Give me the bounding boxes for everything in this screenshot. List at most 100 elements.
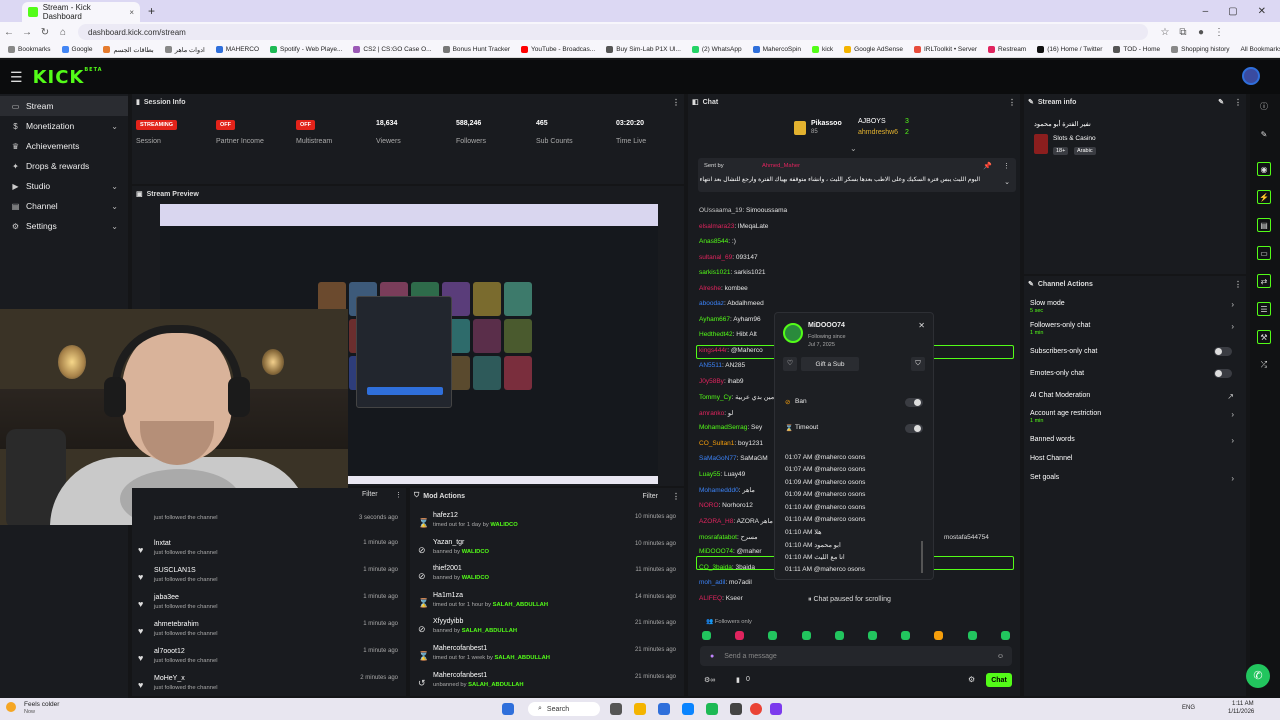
pinned-message[interactable]: Sent by Ahmed_Maher 📌 ⋮ ⌄ اليوم الليث يب… (698, 158, 1016, 192)
bookmark-item[interactable]: Bookmarks (8, 46, 51, 53)
leader-1-name[interactable]: Pikassoo (811, 120, 842, 127)
chat-username[interactable]: kings444r (699, 347, 727, 354)
bookmark-item[interactable]: kick (811, 46, 833, 53)
chat-menu-icon[interactable]: ⋮ (1008, 98, 1016, 107)
mod-menu-icon[interactable]: ⋮ (672, 492, 680, 501)
mod-action-user[interactable]: Yazan_tgr (433, 539, 464, 546)
tools-icon[interactable]: ⚒ (1257, 330, 1271, 344)
mod-action-moderator[interactable]: WALIDCO (490, 522, 517, 528)
emote-icon[interactable] (702, 631, 711, 640)
close-window-icon[interactable]: ✕ (1258, 6, 1266, 17)
channel-action-banned-words[interactable]: Banned words › (1030, 436, 1240, 445)
minimize-icon[interactable]: – (1203, 6, 1209, 17)
back-icon[interactable]: ← (0, 27, 18, 38)
browser-tab[interactable]: Stream - Kick Dashboard × (22, 2, 140, 22)
extensions-icon[interactable]: ⧉ (1174, 27, 1192, 38)
chat-message[interactable]: sarkis1021: sarkis1021 (699, 269, 766, 276)
gift-sub-button[interactable]: Gift a Sub (801, 357, 859, 371)
emote-icon[interactable] (934, 631, 944, 640)
kick-logo[interactable]: KICKBETA (33, 67, 103, 88)
chat-message[interactable]: Anas8544: :) (699, 238, 736, 245)
chat-username[interactable]: AN5511 (699, 362, 722, 369)
swap-icon[interactable]: ⇄ (1257, 274, 1271, 288)
bookmark-item[interactable]: (16) Home / Twitter (1037, 46, 1102, 53)
collapse-leaderboard-icon[interactable]: ⌄ (850, 144, 857, 153)
chat-message[interactable]: AN5511: AN285 (699, 362, 745, 369)
chat-message[interactable]: moh_adil: mo7adil (699, 579, 752, 586)
language-indicator[interactable]: ENG (1182, 705, 1195, 711)
chat-message[interactable]: sultanal_69: 093147 (699, 254, 758, 261)
leader-3-name[interactable]: ahmdreshw6 (858, 129, 898, 136)
weather-icon[interactable] (6, 702, 16, 712)
chat-message[interactable]: Ayham667: Ayham96 (699, 316, 761, 323)
bookmark-item[interactable]: Spotify - Web Playe... (270, 46, 342, 53)
popup-close-icon[interactable]: ✕ (918, 321, 925, 330)
home-icon[interactable]: ⌂ (54, 27, 72, 38)
pinned-user[interactable]: Ahmed_Maher (762, 163, 800, 169)
document-icon[interactable]: ▤ (1257, 218, 1271, 232)
mod-action-user[interactable]: Mahercofanbest1 (433, 645, 487, 652)
chat-username[interactable]: NORO (699, 502, 719, 509)
whatsapp-float-icon[interactable]: ✆ (1246, 664, 1270, 688)
chat-message[interactable]: kings444r: @Maherco (699, 347, 763, 354)
shuffle-icon[interactable]: ⤮ (1257, 358, 1271, 372)
follower-name[interactable]: MoHeY_x (154, 675, 185, 682)
follower-name[interactable]: al7ooot12 (154, 648, 185, 655)
chat-username[interactable]: Anas8544 (699, 238, 728, 245)
popup-heart-icon[interactable]: ♡ (783, 357, 797, 371)
emote-icon[interactable] (834, 631, 844, 640)
chat-message[interactable]: Luay55: Luay49 (699, 471, 745, 478)
pinned-expand-icon[interactable]: ⌄ (1004, 178, 1010, 186)
chat-bubble-icon[interactable]: ▭ (1257, 246, 1271, 260)
popup-username[interactable]: MiDOOO74 (808, 322, 845, 329)
chat-message[interactable]: Hedthedt42: Hibt Alt (699, 331, 757, 338)
follower-name[interactable]: jaba3ee (154, 594, 179, 601)
bookmark-item[interactable]: Buy Sim-Lab P1X Ul... (606, 46, 681, 53)
mod-action-moderator[interactable]: SALAH_ABDULLAH (495, 655, 550, 661)
mod-action-user[interactable]: thief2001 (433, 565, 462, 572)
reload-icon[interactable]: ↻ (36, 27, 54, 38)
chat-username[interactable]: mosrafatabot (699, 534, 737, 541)
maximize-icon[interactable]: ▢ (1228, 6, 1237, 17)
mod-action-moderator[interactable]: WALIDCO (462, 549, 489, 555)
timeout-toggle[interactable] (905, 424, 923, 433)
file-explorer-icon[interactable] (634, 703, 646, 715)
emote-icon[interactable] (735, 631, 745, 640)
popup-scrollbar[interactable] (921, 541, 923, 573)
all-bookmarks[interactable]: All Bookmarks (1241, 46, 1280, 53)
chat-message[interactable]: J0y58By: ihab9 (699, 378, 743, 385)
mod-action-moderator[interactable]: SALAH_ABDULLAH (462, 628, 517, 634)
edge-icon[interactable] (682, 703, 694, 715)
stream-info-menu-icon[interactable]: ⋮ (1234, 98, 1242, 107)
channel-action-subscribers-only-chat[interactable]: Subscribers-only chat (1030, 347, 1240, 356)
bookmark-item[interactable]: ادوات ماهر (164, 46, 205, 54)
chat-paused-banner[interactable]: ⏸ Chat paused for scrolling (808, 596, 891, 604)
follower-name[interactable]: SUSCLAN1S (154, 567, 196, 574)
bookmark-item[interactable]: YouTube - Broadcas... (521, 46, 595, 53)
channel-action-host-channel[interactable]: Host Channel (1030, 455, 1240, 462)
hamburger-menu-icon[interactable]: ☰ (10, 69, 23, 86)
chat-message[interactable]: amranko: لو (699, 409, 733, 417)
task-view-icon[interactable] (610, 703, 622, 715)
mod-action-user[interactable]: Xfyydyibb (433, 618, 463, 625)
ban-toggle[interactable] (905, 398, 923, 407)
store-icon[interactable] (658, 703, 670, 715)
chat-message[interactable]: OUssaama_19: Simooussama (699, 207, 787, 214)
mod-action-moderator[interactable]: WALIDCO (462, 575, 489, 581)
pin-icon[interactable]: 📌 (983, 162, 992, 170)
chat-message[interactable]: ALIFEQ: Kseer (699, 595, 743, 602)
category-thumbnail[interactable] (1034, 134, 1048, 154)
lightning-icon[interactable]: ⚡ (1257, 190, 1271, 204)
chat-username[interactable]: amranko (699, 410, 724, 417)
bookmark-item[interactable]: Restream (988, 46, 1026, 53)
bookmark-item[interactable]: (2) WhatsApp (691, 46, 742, 53)
bookmark-item[interactable]: CS2 | CS:GO Case O... (353, 46, 432, 53)
bookmark-item[interactable]: MahercoSpin (752, 46, 801, 53)
chat-settings-icon[interactable]: ⚙ (968, 675, 975, 684)
edit-icon[interactable]: ✎ (1257, 128, 1271, 142)
chat-username[interactable]: SaMaGoN77 (699, 455, 737, 462)
clock-time[interactable]: 1:11 AM (1232, 701, 1254, 707)
chat-username[interactable]: CO_Sultan1 (699, 440, 734, 447)
chat-username[interactable]: CO_3baida (699, 564, 732, 571)
category-name[interactable]: Slots & Casino (1053, 135, 1096, 142)
